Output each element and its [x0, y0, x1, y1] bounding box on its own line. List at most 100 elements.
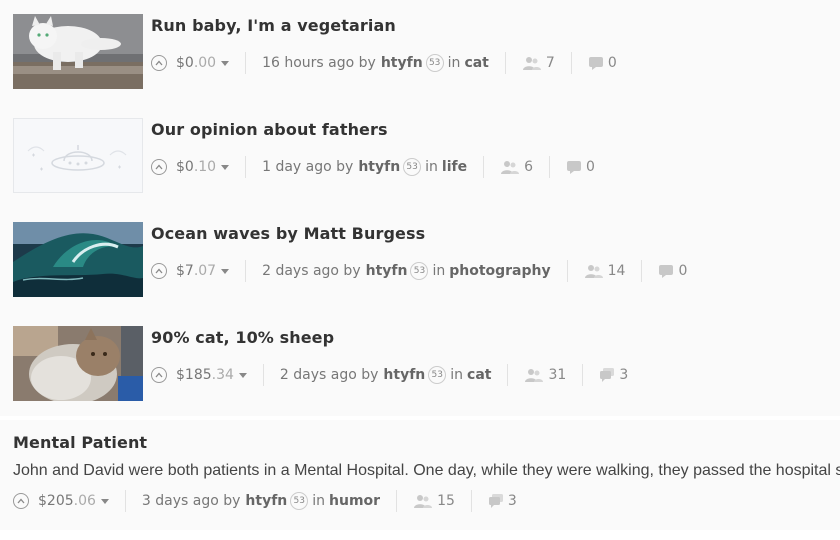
payout-dollars: $0	[176, 159, 194, 175]
post-title[interactable]: Ocean waves by Matt Burgess	[151, 224, 425, 243]
post-meta: $7.07 2 days ago by htyfn 53 in photogra…	[151, 260, 687, 282]
users-icon	[525, 368, 544, 382]
caret-down-icon[interactable]	[238, 372, 247, 378]
payout-value[interactable]: $0.00	[176, 55, 216, 71]
post-time[interactable]: 2 days ago by	[262, 263, 361, 279]
divider	[570, 52, 572, 74]
reputation-badge: 53	[290, 492, 309, 510]
author-link[interactable]: htyfn	[366, 263, 408, 279]
divider	[483, 156, 485, 178]
category-link[interactable]: humor	[329, 493, 380, 509]
chevron-up-icon	[155, 268, 163, 274]
payout-cents: .34	[211, 367, 234, 383]
upvote-button[interactable]	[151, 55, 167, 71]
upvote-button[interactable]	[151, 367, 167, 383]
chevron-up-icon	[155, 164, 163, 170]
payout-value[interactable]: $185.34	[176, 367, 234, 383]
reputation-badge: 53	[425, 54, 444, 72]
post-summary: 90% cat, 10% sheep $185.34 2 days ago by…	[0, 312, 840, 416]
reputation-badge: 53	[428, 366, 447, 384]
divider	[504, 52, 506, 74]
voters-count[interactable]: 6	[500, 159, 533, 175]
ufo-placeholder-image	[14, 119, 142, 192]
divider	[470, 490, 472, 512]
post-thumbnail[interactable]	[13, 118, 143, 193]
author-link[interactable]: htyfn	[245, 493, 287, 509]
in-label: in	[312, 493, 326, 509]
post-excerpt[interactable]: John and David were both patients in a M…	[13, 462, 840, 480]
voters-number: 31	[548, 367, 567, 383]
divider	[124, 490, 126, 512]
fluffy-cat-photo-image	[13, 326, 143, 401]
upvote-button[interactable]	[151, 159, 167, 175]
upvote-button[interactable]	[151, 263, 167, 279]
post-title[interactable]: 90% cat, 10% sheep	[151, 328, 334, 347]
payout-dollars: $185	[176, 367, 212, 383]
in-label: in	[447, 55, 461, 71]
voters-count[interactable]: 15	[413, 493, 455, 509]
post-meta: $0.10 1 day ago by htyfn 53 in life 6 0	[151, 156, 595, 178]
payout-value[interactable]: $0.10	[176, 159, 216, 175]
payout-cents: .06	[73, 493, 96, 509]
divider	[262, 364, 264, 386]
reputation-badge: 53	[410, 262, 429, 280]
author-link[interactable]: htyfn	[383, 367, 425, 383]
comments-number: 3	[507, 493, 517, 509]
payout-cents: .10	[193, 159, 217, 175]
voters-count[interactable]: 31	[524, 367, 566, 383]
chat-bubble-icon	[659, 265, 674, 278]
comments-number: 0	[607, 55, 617, 71]
chevron-up-icon	[155, 60, 163, 66]
divider	[566, 260, 568, 282]
category-link[interactable]: cat	[467, 367, 491, 383]
voters-count[interactable]: 7	[522, 55, 555, 71]
post-meta: $185.34 2 days ago by htyfn 53 in cat 31…	[151, 364, 628, 386]
wave-photo-image	[13, 222, 143, 297]
in-label: in	[425, 159, 438, 175]
payout-dollars: $205	[38, 493, 74, 509]
payout-dollars: $0	[176, 55, 194, 71]
author-link[interactable]: htyfn	[381, 55, 423, 71]
chat-bubbles-icon	[600, 368, 615, 382]
post-time[interactable]: 3 days ago by	[142, 493, 241, 509]
comments-count[interactable]: 3	[599, 367, 628, 383]
divider	[245, 260, 247, 282]
category-link[interactable]: life	[442, 159, 467, 175]
upvote-button[interactable]	[13, 493, 29, 509]
comments-number: 3	[619, 367, 629, 383]
post-thumbnail[interactable]	[13, 14, 143, 89]
divider	[245, 52, 247, 74]
comments-count[interactable]: 0	[588, 55, 617, 71]
caret-down-icon[interactable]	[221, 164, 230, 170]
comments-count[interactable]: 3	[488, 493, 517, 509]
category-link[interactable]: cat	[464, 55, 488, 71]
voters-number: 7	[545, 55, 555, 71]
caret-down-icon[interactable]	[100, 498, 109, 504]
payout-value[interactable]: $7.07	[176, 263, 216, 279]
post-meta: $0.00 16 hours ago by htyfn 53 in cat 7 …	[151, 52, 617, 74]
comments-count[interactable]: 0	[566, 159, 595, 175]
category-link[interactable]: photography	[449, 263, 550, 279]
post-title[interactable]: Mental Patient	[13, 433, 147, 452]
post-thumbnail[interactable]	[13, 326, 143, 401]
voters-number: 15	[437, 493, 455, 509]
divider	[641, 260, 643, 282]
post-summary: Our opinion about fathers $0.10 1 day ag…	[0, 104, 840, 208]
voters-count[interactable]: 14	[584, 263, 625, 279]
voters-number: 6	[524, 159, 534, 175]
post-summary: Ocean waves by Matt Burgess $7.07 2 days…	[0, 208, 840, 312]
author-link[interactable]: htyfn	[358, 159, 400, 175]
post-time[interactable]: 16 hours ago by	[262, 55, 376, 71]
payout-dollars: $7	[176, 263, 194, 279]
caret-down-icon[interactable]	[221, 60, 230, 66]
cat-photo-image	[13, 14, 143, 89]
comments-count[interactable]: 0	[658, 263, 687, 279]
post-thumbnail[interactable]	[13, 222, 143, 297]
post-title[interactable]: Our opinion about fathers	[151, 120, 388, 139]
post-title[interactable]: Run baby, I'm a vegetarian	[151, 16, 396, 35]
users-icon	[522, 56, 541, 70]
post-time[interactable]: 1 day ago by	[262, 159, 353, 175]
post-time[interactable]: 2 days ago by	[280, 367, 379, 383]
caret-down-icon[interactable]	[221, 268, 230, 274]
payout-value[interactable]: $205.06	[38, 493, 96, 509]
